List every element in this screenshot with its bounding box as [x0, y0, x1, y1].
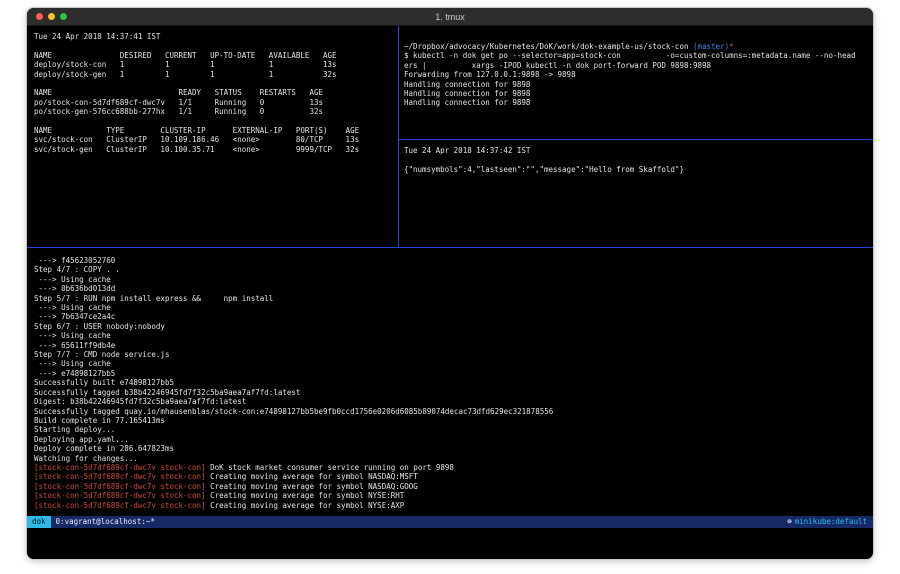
zoom-button[interactable] — [60, 13, 67, 20]
terminal-line: [stock-con-5d7df689cf-dwc7v stock-con] C… — [34, 472, 873, 481]
terminal-line: ---> 65611ff9db4e — [34, 341, 873, 350]
terminal-line: Successfully built e74898127bb5 — [34, 378, 873, 387]
terminal-line: Tue 24 Apr 2018 14:37:42 IST — [404, 146, 873, 155]
terminal-line: [stock-con-5d7df689cf-dwc7v stock-con] C… — [34, 482, 873, 491]
terminal-line: Step 4/7 : COPY . . — [34, 265, 873, 274]
kubernetes-helm-icon: ☸ — [787, 516, 795, 528]
terminal-line: Handling connection for 9898 — [404, 89, 873, 98]
terminal-line — [34, 41, 398, 50]
pane-skaffold-build-log[interactable]: ---> f45623052760Step 4/7 : COPY . . ---… — [27, 248, 873, 516]
pane-port-forward[interactable]: ~/Dropbox/advocacy/Kubernetes/DoK/work/d… — [399, 26, 873, 139]
terminal-line: Successfully tagged quay.io/mhausenblas/… — [34, 407, 873, 416]
terminal-line: [stock-con-5d7df689cf-dwc7v stock-con] C… — [34, 491, 873, 500]
pane-service-output[interactable]: Tue 24 Apr 2018 14:37:42 IST {"numsymbol… — [399, 140, 873, 247]
terminal-line: Watching for changes... — [34, 454, 873, 463]
terminal-line: Step 5/7 : RUN npm install express && np… — [34, 294, 873, 303]
terminal-line: Deploy complete in 286.647823ms — [34, 444, 873, 453]
tmux-terminal-area: Tue 24 Apr 2018 14:37:41 IST NAME DESIRE… — [27, 26, 873, 559]
tmux-status-bar: dok 0:vagrant@localhost:~* ☸ minikube:de… — [27, 516, 873, 528]
terminal-line: NAME DESIRED CURRENT UP-TO-DATE AVAILABL… — [34, 51, 398, 60]
terminal-line: Build complete in 77.165413ms — [34, 416, 873, 425]
window-title: 1. tmux — [435, 12, 465, 22]
terminal-line: {"numsymbols":4,"lastseen":"","message":… — [404, 165, 873, 174]
terminal-line: Successfully tagged b38b42246945fd7f32c5… — [34, 388, 873, 397]
terminal-line: po/stock-con-5d7df689cf-dwc7v 1/1 Runnin… — [34, 98, 398, 107]
terminal-line: ---> 0b636bd013dd — [34, 284, 873, 293]
minimize-button[interactable] — [48, 13, 55, 20]
terminal-line: Step 6/7 : USER nobody:nobody — [34, 322, 873, 331]
terminal-line: svc/stock-con ClusterIP 10.109.186.46 <n… — [34, 135, 398, 144]
status-bar-left: dok 0:vagrant@localhost:~* — [27, 516, 160, 528]
terminal-line: ---> Using cache — [34, 275, 873, 284]
terminal-line: ---> e74898127bb5 — [34, 369, 873, 378]
terminal-line: ~/Dropbox/advocacy/Kubernetes/DoK/work/d… — [404, 42, 873, 51]
terminal-line — [34, 79, 398, 88]
terminal-line: ---> 7b6347ce2a4c — [34, 312, 873, 321]
terminal-line: Starting deploy... — [34, 425, 873, 434]
terminal-line: ---> Using cache — [34, 303, 873, 312]
terminal-line: NAME TYPE CLUSTER-IP EXTERNAL-IP PORT(S)… — [34, 126, 398, 135]
terminal-line: Deploying app.yaml... — [34, 435, 873, 444]
terminal-window: 1. tmux Tue 24 Apr 2018 14:37:41 IST NAM… — [27, 8, 873, 559]
terminal-line: [stock-con-5d7df689cf-dwc7v stock-con] C… — [34, 501, 873, 510]
terminal-line: svc/stock-gen ClusterIP 10.100.35.71 <no… — [34, 145, 398, 154]
terminal-line: deploy/stock-gen 1 1 1 1 32s — [34, 70, 398, 79]
terminal-line: ---> f45623052760 — [34, 256, 873, 265]
terminal-line: NAME READY STATUS RESTARTS AGE — [34, 88, 398, 97]
window-title-bar: 1. tmux — [27, 8, 873, 26]
terminal-line: Tue 24 Apr 2018 14:37:41 IST — [34, 32, 398, 41]
terminal-line — [404, 155, 873, 164]
terminal-line: Digest: b38b42246945fd7f32c5ba9aea7af7fd… — [34, 397, 873, 406]
status-bar-right: ☸ minikube:default — [787, 516, 873, 528]
terminal-line: Step 7/7 : CMD node service.js — [34, 350, 873, 359]
tmux-session-name[interactable]: dok — [27, 516, 51, 528]
terminal-line: ---> Using cache — [34, 359, 873, 368]
terminal-line: Handling connection for 9898 — [404, 98, 873, 107]
traffic-lights — [36, 8, 67, 25]
terminal-line: ---> Using cache — [34, 331, 873, 340]
pane-kubectl-resources[interactable]: Tue 24 Apr 2018 14:37:41 IST NAME DESIRE… — [27, 26, 398, 247]
tmux-window-label[interactable]: 0:vagrant@localhost:~* — [51, 516, 160, 528]
terminal-line: deploy/stock-con 1 1 1 1 13s — [34, 60, 398, 69]
close-button[interactable] — [36, 13, 43, 20]
kubernetes-context-label: minikube:default — [795, 516, 873, 528]
terminal-line — [34, 117, 398, 126]
terminal-line: Handling connection for 9898 — [404, 80, 873, 89]
terminal-line: [stock-con-5d7df689cf-dwc7v stock-con] D… — [34, 463, 873, 472]
terminal-line: po/stock-gen-576cc688bb-277hx 1/1 Runnin… — [34, 107, 398, 116]
terminal-line: $ kubectl -n dok get po --selector=app=s… — [404, 51, 873, 60]
terminal-line: ers | xargs -IPOD kubectl -n dok port-fo… — [404, 61, 873, 70]
terminal-line: Forwarding from 127.0.0.1:9898 -> 9898 — [404, 70, 873, 79]
